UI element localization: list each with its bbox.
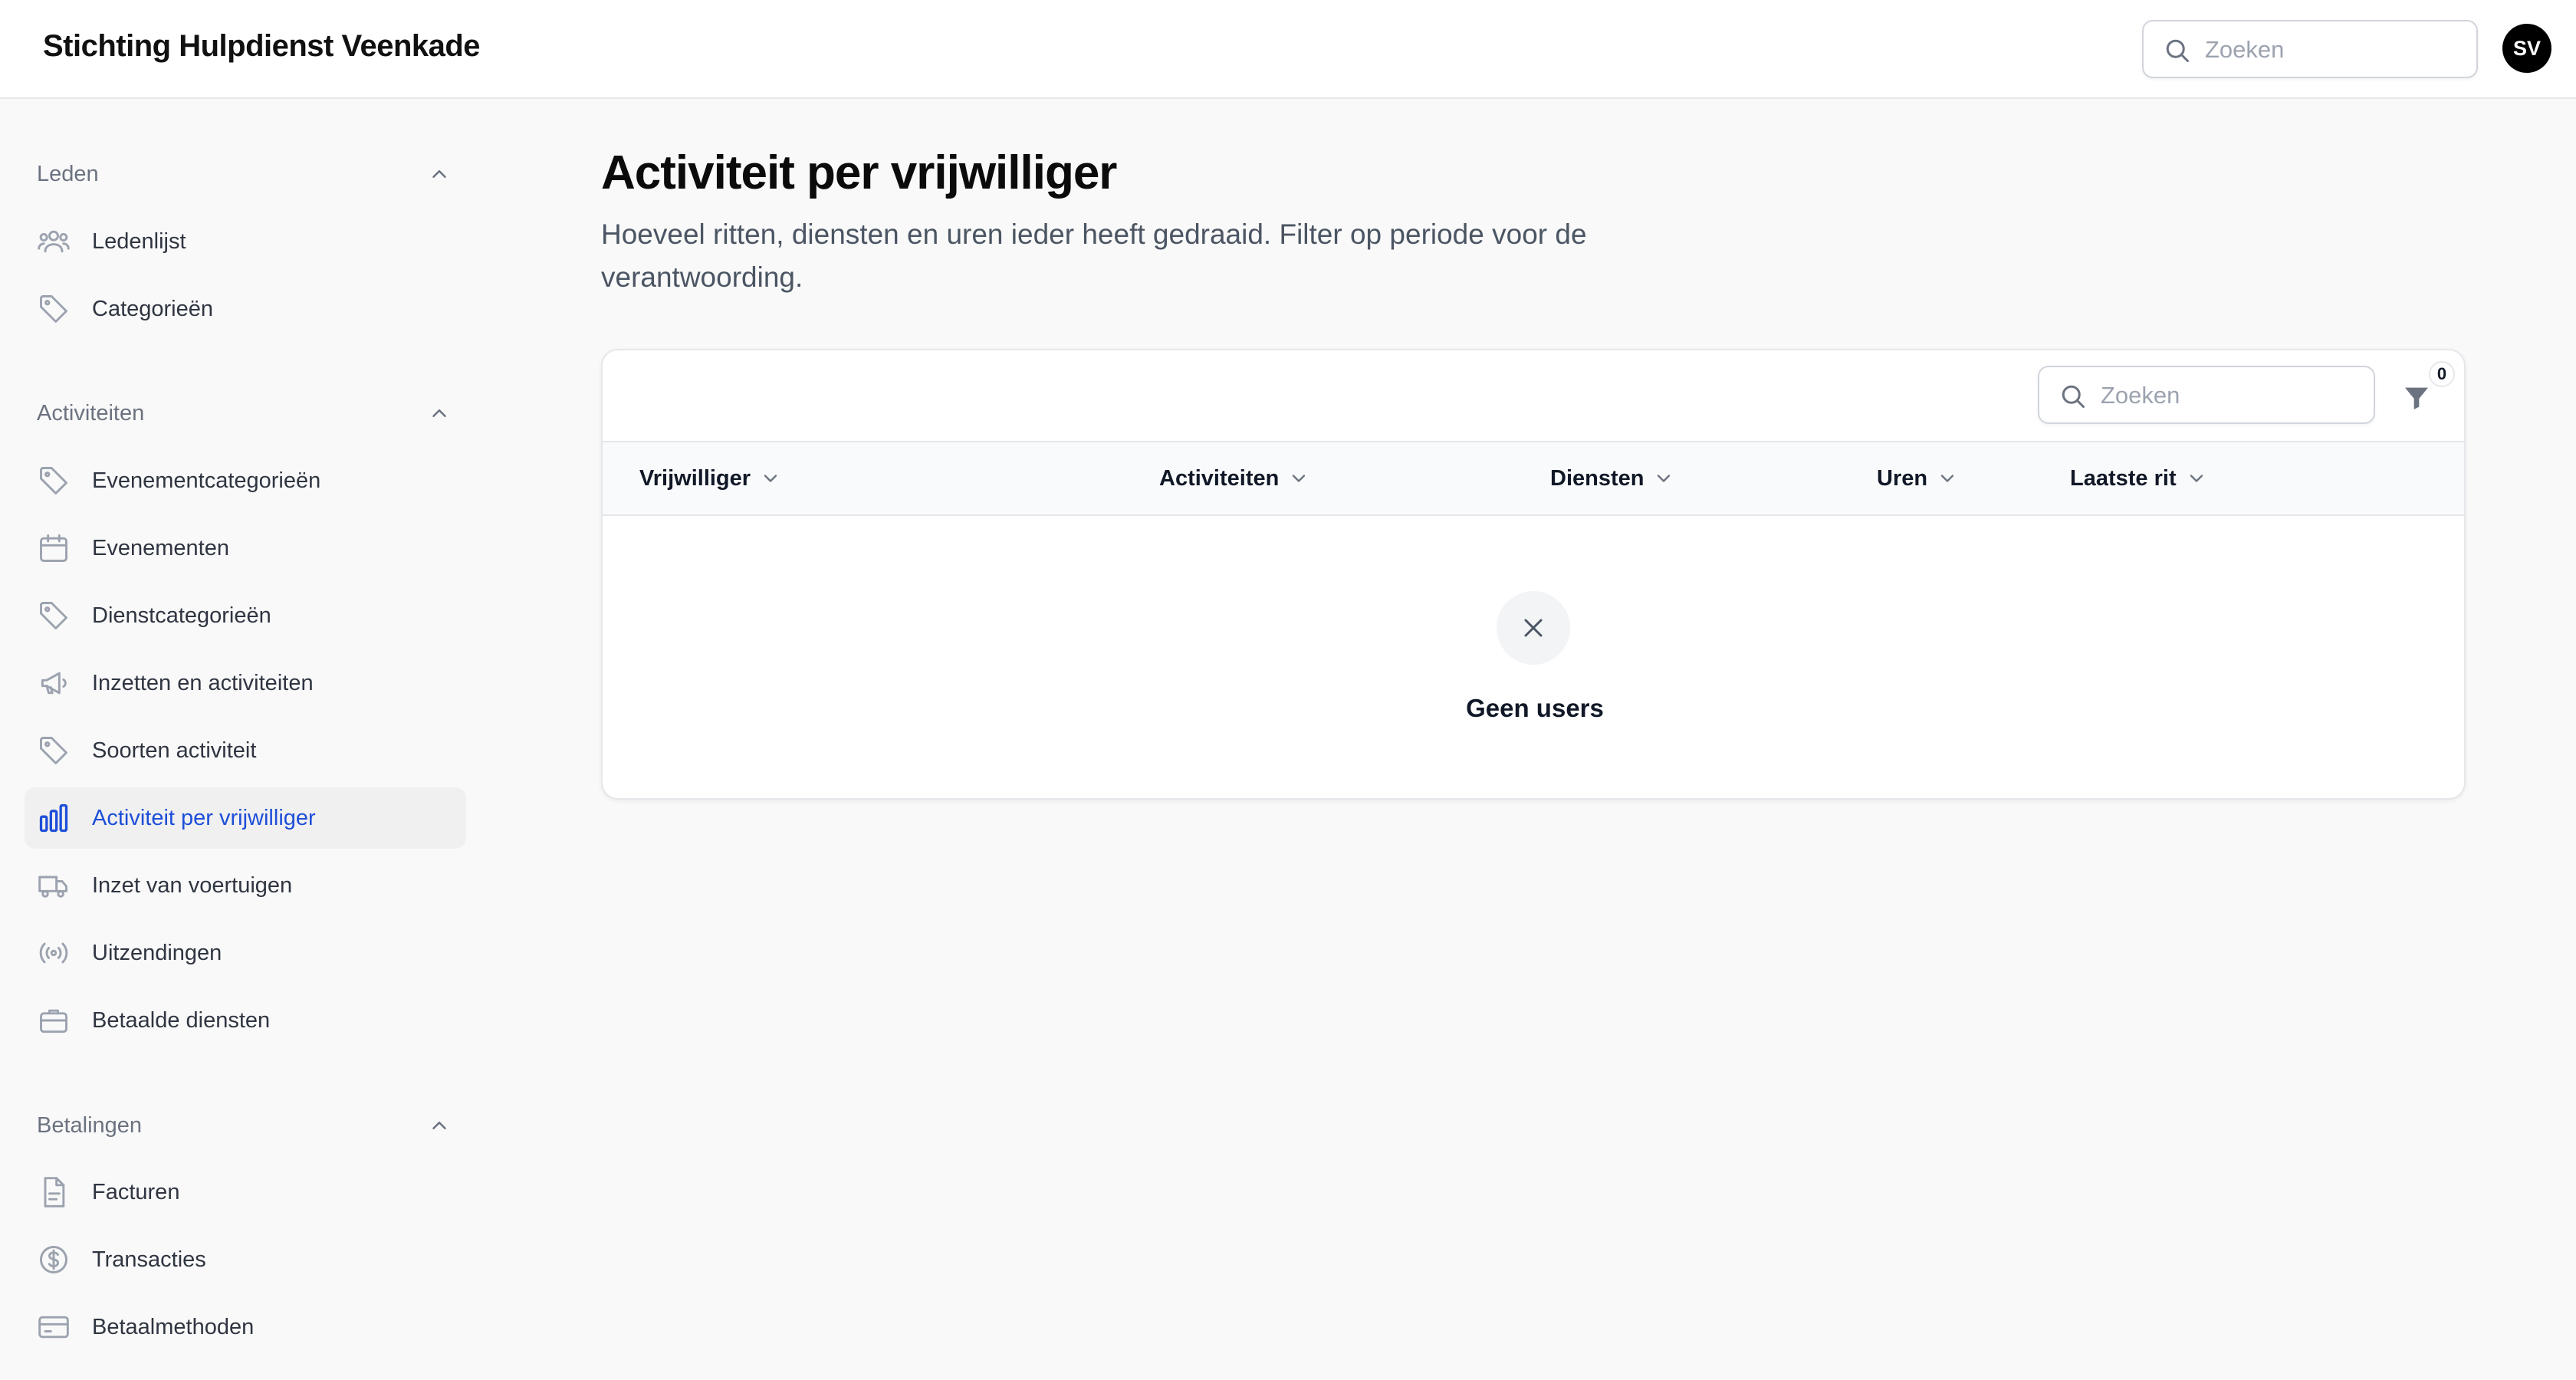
sidebar-item-betaalde-diensten[interactable]: Betaalde diensten bbox=[25, 990, 466, 1051]
filter-icon bbox=[2405, 387, 2428, 409]
chevron-up-icon[interactable] bbox=[428, 1114, 451, 1137]
chevron-down-icon bbox=[1293, 475, 1306, 482]
sidebar-item-label: Evenementen bbox=[92, 536, 229, 560]
sidebar-item-categorieen[interactable]: Categorieën bbox=[25, 278, 466, 340]
sidebar-item-facturen[interactable]: Facturen bbox=[25, 1162, 466, 1223]
sidebar: Leden Ledenlijst Categorieën Activiteite… bbox=[0, 100, 491, 1380]
sidebar-item-label: Facturen bbox=[92, 1180, 180, 1204]
tag-icon bbox=[40, 602, 67, 629]
sidebar-item-label: Betaalmethoden bbox=[92, 1315, 255, 1339]
calendar-icon bbox=[40, 534, 67, 562]
sidebar-group-label: Activiteiten bbox=[37, 400, 145, 426]
sidebar-item-label: Soorten activiteit bbox=[92, 738, 257, 763]
sidebar-item-activiteit-per-vrijwilliger[interactable]: Activiteit per vrijwilliger bbox=[25, 787, 466, 849]
column-header-diensten[interactable]: Diensten bbox=[1550, 442, 1674, 514]
column-header-laatste-rit[interactable]: Laatste rit bbox=[2070, 442, 2207, 514]
broadcast-icon bbox=[39, 942, 68, 964]
sidebar-item-label: Categorieën bbox=[92, 297, 213, 321]
sidebar-item-betaalmethoden[interactable]: Betaalmethoden bbox=[25, 1296, 466, 1358]
empty-state-icon bbox=[1497, 591, 1570, 665]
dollar-circle-icon bbox=[40, 1246, 67, 1273]
sidebar-item-dienstcategorieen[interactable]: Dienstcategorieën bbox=[25, 585, 466, 646]
sidebar-item-label: Activiteit per vrijwilliger bbox=[92, 806, 316, 830]
close-icon bbox=[1524, 619, 1543, 637]
table-search-input[interactable] bbox=[2101, 378, 2354, 413]
filter-count-badge: 0 bbox=[2429, 361, 2455, 387]
chevron-down-icon bbox=[1940, 475, 1954, 482]
sidebar-item-inzet-van-voertuigen[interactable]: Inzet van voertuigen bbox=[25, 855, 466, 916]
sidebar-item-inzetten-en-activiteiten[interactable]: Inzetten en activiteiten bbox=[25, 652, 466, 714]
sidebar-item-label: Uitzendingen bbox=[92, 941, 222, 965]
column-label: Diensten bbox=[1550, 465, 1644, 491]
document-icon bbox=[44, 1177, 65, 1208]
sidebar-item-label: Betaalde diensten bbox=[92, 1008, 271, 1033]
sidebar-item-label: Ledenlijst bbox=[92, 229, 186, 254]
page-description: Hoeveel ritten, diensten en uren ieder h… bbox=[601, 219, 1587, 293]
chevron-down-icon bbox=[2190, 475, 2203, 482]
column-label: Laatste rit bbox=[2070, 465, 2177, 491]
sidebar-group-label: Betalingen bbox=[37, 1112, 143, 1138]
sidebar-item-evenementcategorieen[interactable]: Evenementcategorieën bbox=[25, 450, 466, 511]
sidebar-item-label: Inzet van voertuigen bbox=[92, 873, 293, 898]
avatar[interactable]: SV bbox=[2502, 24, 2551, 73]
sidebar-item-uitzendingen[interactable]: Uitzendingen bbox=[25, 922, 466, 984]
sidebar-group-leden[interactable]: Leden bbox=[37, 155, 451, 193]
chevron-down-icon bbox=[1658, 475, 1671, 482]
column-label: Vrijwilliger bbox=[639, 465, 751, 491]
global-search[interactable] bbox=[2142, 20, 2478, 78]
column-label: Activiteiten bbox=[1159, 465, 1280, 491]
sidebar-group-label: Leden bbox=[37, 161, 99, 186]
truck-icon bbox=[38, 876, 67, 898]
sidebar-item-ledenlijst[interactable]: Ledenlijst bbox=[25, 211, 466, 272]
column-header-uren[interactable]: Uren bbox=[1877, 442, 1958, 514]
column-label: Uren bbox=[1877, 465, 1928, 491]
briefcase-icon bbox=[40, 1009, 67, 1033]
sidebar-group-activiteiten[interactable]: Activiteiten bbox=[37, 394, 451, 432]
sidebar-group-betalingen[interactable]: Betalingen bbox=[37, 1106, 451, 1145]
table-search[interactable] bbox=[2038, 366, 2375, 424]
credit-card-icon bbox=[38, 1316, 69, 1339]
global-search-input[interactable] bbox=[2205, 32, 2458, 67]
sidebar-item-label: Evenementcategorieën bbox=[92, 468, 321, 493]
tag-icon bbox=[40, 295, 67, 323]
sidebar-item-transacties[interactable]: Transacties bbox=[25, 1229, 466, 1290]
tag-icon bbox=[40, 467, 67, 495]
sidebar-item-evenementen[interactable]: Evenementen bbox=[25, 518, 466, 579]
sidebar-item-label: Transacties bbox=[92, 1247, 206, 1272]
column-header-vrijwilliger[interactable]: Vrijwilliger bbox=[639, 442, 781, 514]
bar-chart-icon bbox=[39, 803, 68, 833]
sidebar-item-label: Inzetten en activiteiten bbox=[92, 671, 314, 695]
data-table-card: 0 Vrijwilliger Activiteiten Diensten Ure… bbox=[601, 349, 2466, 800]
chevron-down-icon bbox=[764, 475, 777, 482]
top-bar: Stichting Hulpdienst Veenkade SV bbox=[0, 0, 2576, 99]
page-title: Activiteit per vrijwilliger bbox=[601, 146, 1117, 199]
tag-icon bbox=[40, 737, 67, 764]
chevron-up-icon[interactable] bbox=[428, 402, 451, 425]
table-header: Vrijwilliger Activiteiten Diensten Uren … bbox=[603, 441, 2464, 516]
chevron-up-icon[interactable] bbox=[428, 163, 451, 186]
brand-title[interactable]: Stichting Hulpdienst Veenkade bbox=[43, 29, 481, 64]
search-icon bbox=[2166, 39, 2189, 62]
megaphone-icon bbox=[41, 672, 67, 695]
empty-state-text: Geen users bbox=[1466, 694, 1604, 722]
sidebar-item-label: Dienstcategorieën bbox=[92, 603, 271, 628]
search-icon bbox=[2062, 385, 2085, 408]
column-header-activiteiten[interactable]: Activiteiten bbox=[1159, 442, 1309, 514]
sidebar-item-soorten-activiteit[interactable]: Soorten activiteit bbox=[25, 720, 466, 781]
users-icon bbox=[38, 230, 70, 253]
